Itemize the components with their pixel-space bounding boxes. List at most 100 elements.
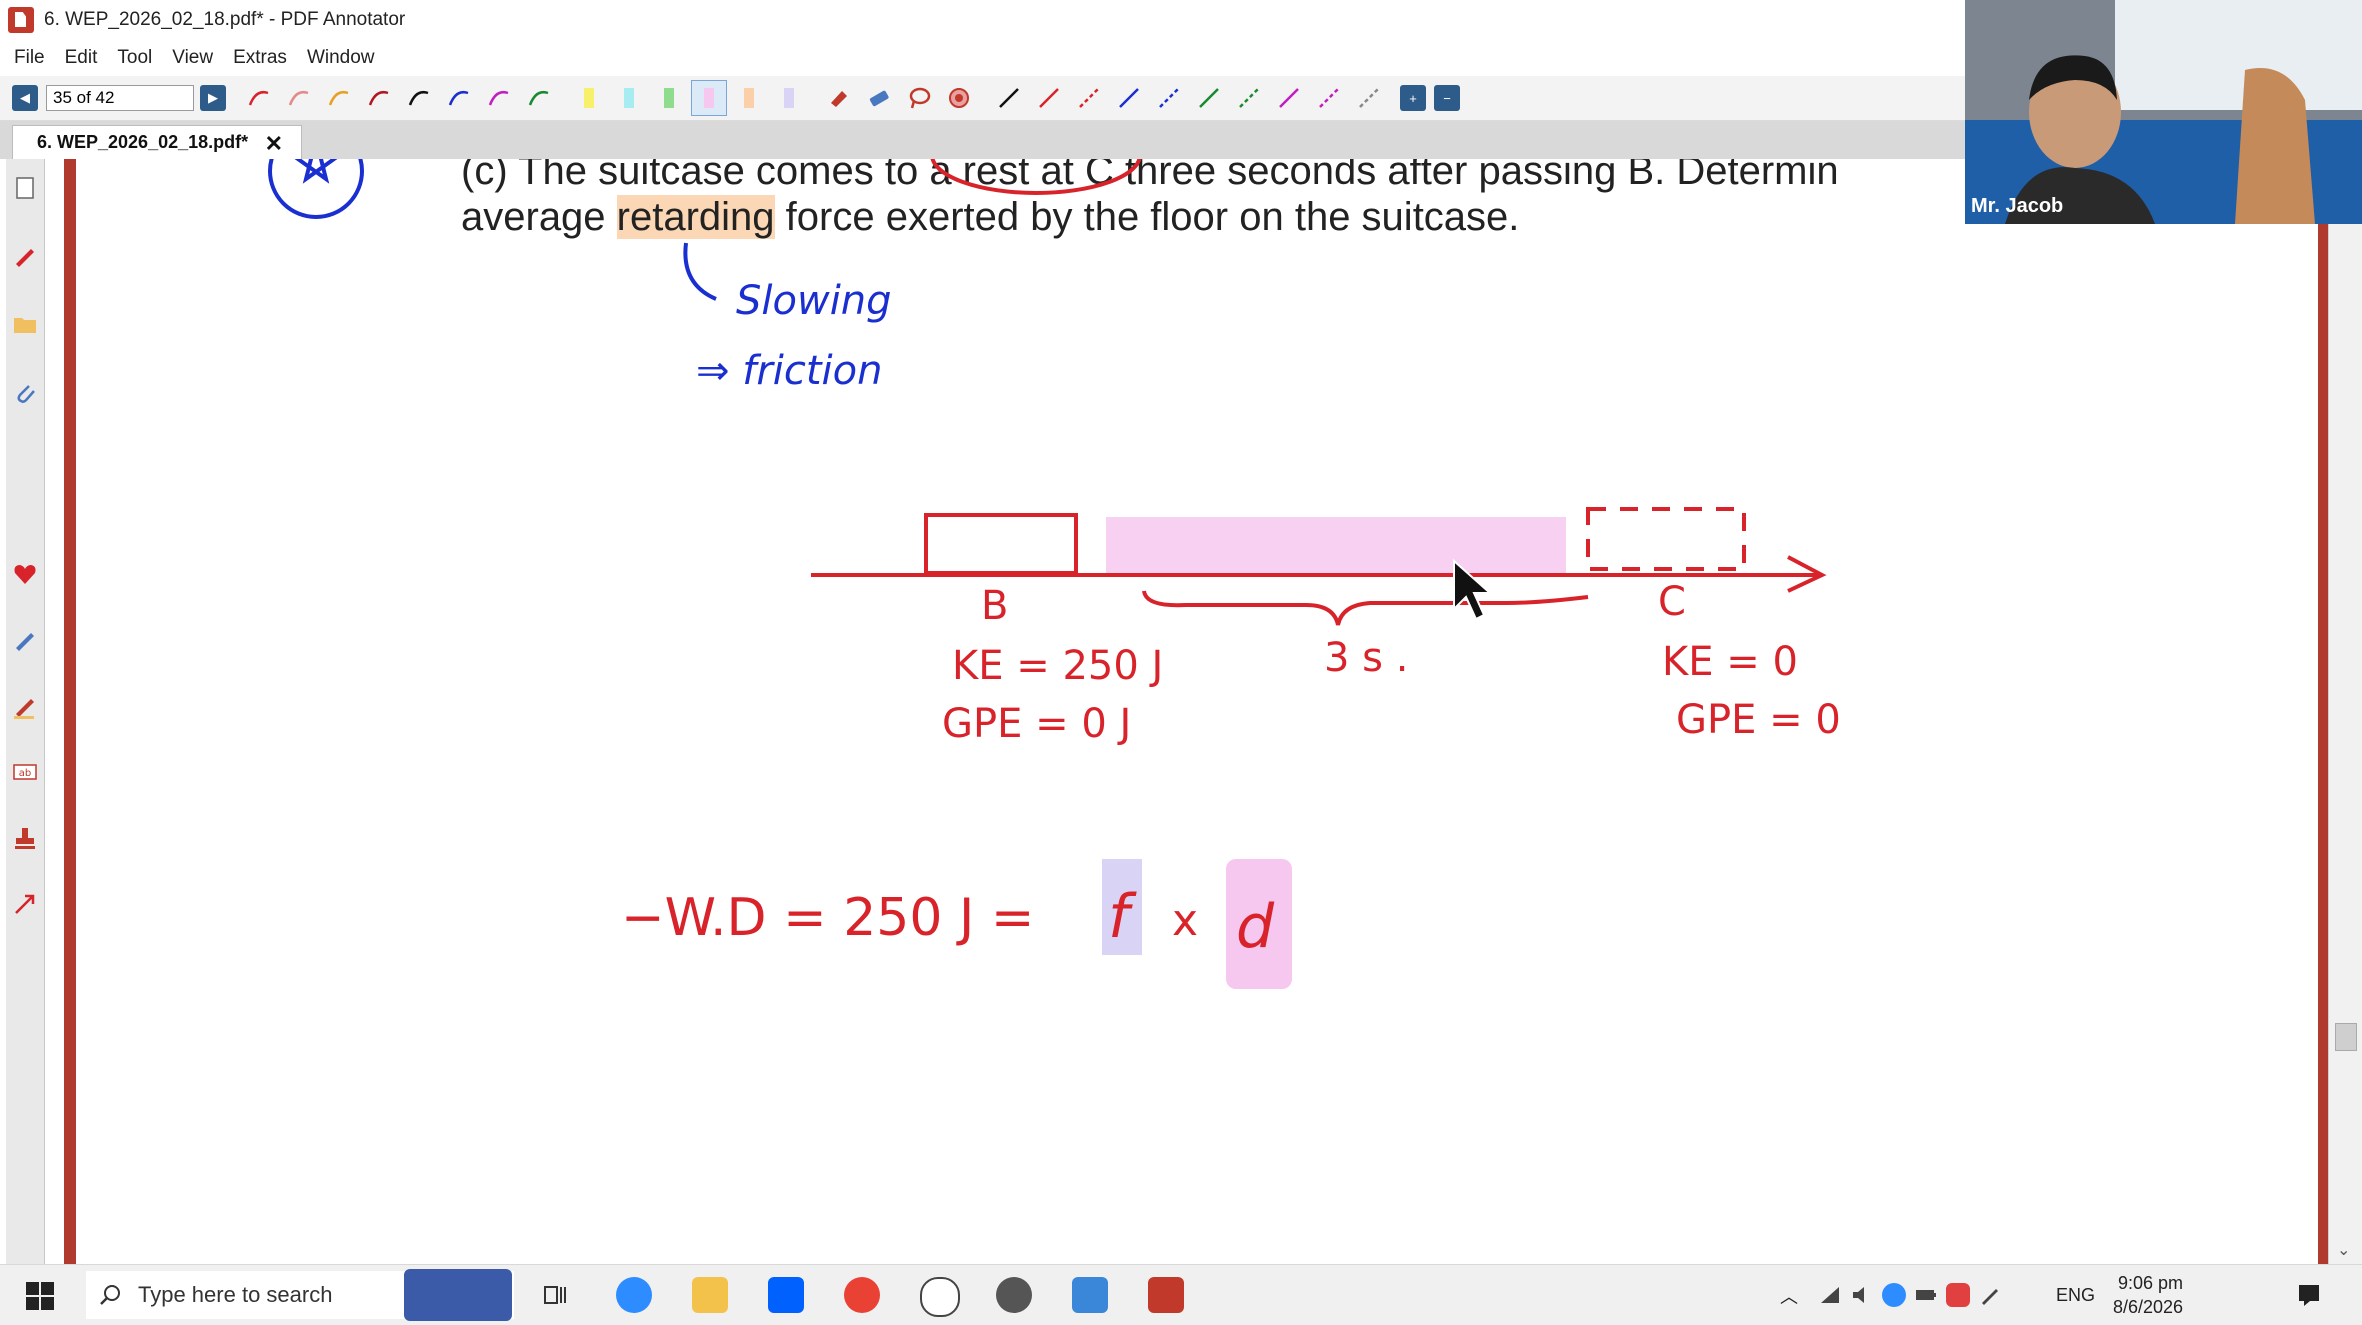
- highlighter-cyan-icon[interactable]: [612, 81, 646, 115]
- zoom-out-icon[interactable]: −: [1434, 85, 1460, 111]
- line-magenta-dashed-icon[interactable]: [1312, 81, 1346, 115]
- pen-darkred-icon[interactable]: [362, 81, 396, 115]
- clock-app-icon[interactable]: [920, 1277, 960, 1317]
- menu-file[interactable]: File: [14, 47, 45, 69]
- equation-x: x: [1172, 895, 1198, 946]
- vertical-scrollbar[interactable]: ⌄: [2328, 159, 2362, 1264]
- line-blue-dashed-icon[interactable]: [1152, 81, 1186, 115]
- folder-icon[interactable]: [10, 309, 40, 339]
- toolbar: ◀ ▶ + −: [0, 76, 1965, 121]
- document-tab[interactable]: 6. WEP_2026_02_18.pdf* ✕: [12, 125, 302, 159]
- webcam-video: [1965, 0, 2362, 224]
- line-blue-icon[interactable]: [1112, 81, 1146, 115]
- page-thumbnail-icon[interactable]: [10, 173, 40, 203]
- pen-blue-sidebar-icon[interactable]: [10, 625, 40, 655]
- windows-taskbar: Type here to search ︿ ENG 9:06 pm 8/6/20…: [0, 1264, 2362, 1325]
- pen-black-icon[interactable]: [402, 81, 436, 115]
- app-icon[interactable]: [996, 1277, 1032, 1313]
- language-indicator[interactable]: ENG: [2056, 1285, 2095, 1306]
- favorites-heart-icon[interactable]: [10, 559, 40, 589]
- suitcase-at-c-dashed: [1586, 507, 1746, 571]
- pen-tray-icon[interactable]: [1978, 1283, 2002, 1307]
- volume-icon[interactable]: [1850, 1283, 1874, 1307]
- next-page-button[interactable]: ▶: [200, 85, 226, 111]
- highlighter-orange-icon[interactable]: [732, 81, 766, 115]
- page-right-margin-rule: [2318, 159, 2328, 1264]
- tab-close-icon[interactable]: ✕: [265, 131, 283, 157]
- tray-chevron-icon[interactable]: ︿: [1780, 1283, 1798, 1309]
- line-red-icon[interactable]: [1032, 81, 1066, 115]
- document-tab-strip: 6. WEP_2026_02_18.pdf* ✕: [0, 121, 1965, 159]
- dropbox-tray-icon[interactable]: [1946, 1283, 1970, 1307]
- pen-green-icon[interactable]: [522, 81, 556, 115]
- gpe-at-b: GPE = 0 J: [942, 701, 1131, 747]
- stamp-icon[interactable]: [942, 81, 976, 115]
- notifications-icon[interactable]: [2296, 1281, 2322, 1307]
- pen-blue-icon[interactable]: [442, 81, 476, 115]
- highlighter-sidebar-icon[interactable]: [10, 691, 40, 721]
- scroll-down-icon[interactable]: ⌄: [2337, 1240, 2350, 1260]
- line-gray-dashed-icon[interactable]: [1352, 81, 1386, 115]
- left-tool-sidebar: ab: [6, 159, 45, 1264]
- menu-tool[interactable]: Tool: [117, 47, 152, 69]
- windows-start-icon[interactable]: [26, 1282, 54, 1310]
- zoom-in-icon[interactable]: +: [1400, 85, 1426, 111]
- star-circle-mark: [268, 159, 364, 219]
- marker-tool-icon[interactable]: [822, 81, 856, 115]
- menu-edit[interactable]: Edit: [65, 47, 98, 69]
- search-placeholder: Type here to search: [138, 1282, 333, 1307]
- page-number-input[interactable]: [46, 85, 194, 111]
- pdf-page[interactable]: (c) The suitcase comes to a rest at C th…: [76, 159, 2318, 1264]
- task-view-icon[interactable]: [538, 1277, 574, 1313]
- search-highlight-image-icon[interactable]: [404, 1269, 512, 1321]
- menu-window[interactable]: Window: [307, 47, 375, 69]
- menu-view[interactable]: View: [172, 47, 213, 69]
- label-c: C: [1658, 579, 1686, 625]
- zoom-tray-icon[interactable]: [1882, 1283, 1906, 1307]
- equation-left: −W.D = 250 J =: [621, 888, 1034, 948]
- clock-date[interactable]: 8/6/2026: [2113, 1297, 2183, 1318]
- friction-note: ⇒ friction: [696, 348, 882, 394]
- zoom-app-icon[interactable]: [616, 1277, 652, 1313]
- pink-highlight-band: [1106, 517, 1566, 573]
- highlighter-lavender-icon[interactable]: [772, 81, 806, 115]
- line-green-icon[interactable]: [1192, 81, 1226, 115]
- menu-extras[interactable]: Extras: [233, 47, 287, 69]
- network-icon[interactable]: [1818, 1283, 1842, 1307]
- arrow-tool-icon[interactable]: [10, 889, 40, 919]
- rest-at-c-circle: [930, 159, 1142, 195]
- line-red-dashed-icon[interactable]: [1072, 81, 1106, 115]
- dropbox-icon[interactable]: [768, 1277, 804, 1313]
- highlighter-green-icon[interactable]: [652, 81, 686, 115]
- scrollbar-thumb[interactable]: [2335, 1023, 2357, 1051]
- time-label: 3 s .: [1324, 635, 1408, 681]
- slowing-note: Slowing: [736, 278, 892, 324]
- clock-time[interactable]: 9:06 pm: [2118, 1273, 2183, 1294]
- chrome-icon[interactable]: [844, 1277, 880, 1313]
- line-black-icon[interactable]: [992, 81, 1026, 115]
- eraser-icon[interactable]: [862, 81, 896, 115]
- svg-text:ab: ab: [19, 768, 31, 779]
- pen-orange-icon[interactable]: [322, 81, 356, 115]
- page-left-margin-rule: [64, 159, 76, 1264]
- highlighter-yellow-icon[interactable]: [572, 81, 606, 115]
- participant-name: Mr. Jacob: [1971, 195, 2064, 217]
- text-box-icon[interactable]: ab: [10, 757, 40, 787]
- label-b: B: [981, 583, 1008, 629]
- line-green-dashed-icon[interactable]: [1232, 81, 1266, 115]
- title-bar: 6. WEP_2026_02_18.pdf* - PDF Annotator: [0, 0, 1965, 40]
- pen-pink-icon[interactable]: [282, 81, 316, 115]
- pen-red-icon[interactable]: [242, 81, 276, 115]
- line-magenta-icon[interactable]: [1272, 81, 1306, 115]
- highlighter-pink-icon[interactable]: [691, 80, 727, 116]
- previous-page-button[interactable]: ◀: [12, 85, 38, 111]
- file-explorer-icon[interactable]: [692, 1277, 728, 1313]
- battery-icon[interactable]: [1914, 1283, 1938, 1307]
- stamp-sidebar-icon[interactable]: [10, 823, 40, 853]
- pen-magenta-icon[interactable]: [482, 81, 516, 115]
- lasso-icon[interactable]: [902, 81, 936, 115]
- pencil-icon[interactable]: [10, 241, 40, 271]
- paperclip-icon[interactable]: [10, 377, 40, 407]
- paint-app-icon[interactable]: [1072, 1277, 1108, 1313]
- pdf-annotator-taskbar-icon[interactable]: [1148, 1277, 1184, 1313]
